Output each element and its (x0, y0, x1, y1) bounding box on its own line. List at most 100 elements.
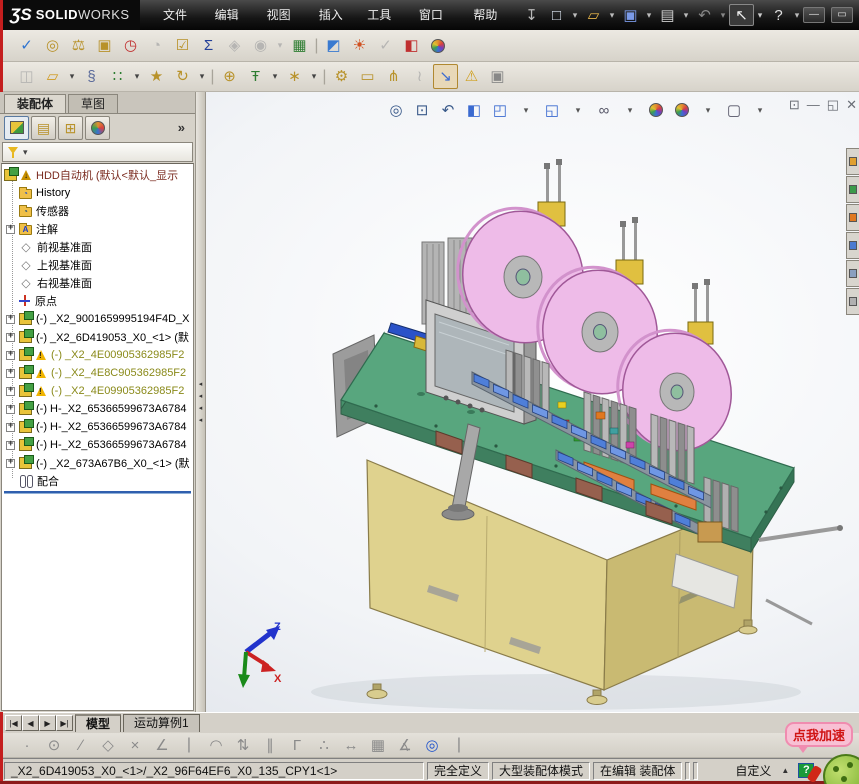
hide-show-items-icon[interactable]: ∞ (592, 98, 616, 122)
features-dropdown-arrow[interactable]: ▾ (269, 64, 281, 89)
prev-tab-button[interactable]: ◀ (22, 715, 39, 731)
separator[interactable]: | (321, 64, 328, 89)
tree-item-history[interactable]: ◔ History (2, 184, 193, 202)
tree-item-component[interactable]: (-) H-_X2_65366599673A6784 (2, 436, 193, 454)
spline-points-icon[interactable]: ∴ (311, 734, 337, 756)
section-properties-icon[interactable]: ▣ (92, 33, 117, 58)
display-dropdown-arrow[interactable]: ▾ (566, 98, 590, 122)
filter-dropdown-arrow[interactable]: ▾ (23, 147, 28, 158)
print-dropdown-arrow[interactable]: ▾ (680, 4, 692, 26)
expand-icon[interactable] (6, 224, 15, 234)
smart-fasteners-icon[interactable]: ★ (144, 64, 169, 89)
zoom-to-fit-icon[interactable]: ◎ (384, 98, 408, 122)
doc-close-button[interactable]: ✕ (846, 98, 857, 111)
tree-item-component[interactable]: (-) _X2_6D419053_X0_<1> (默 (2, 328, 193, 346)
tree-item-component-warning[interactable]: ! (-) _X2_4E00905362985F2 (2, 346, 193, 364)
undo-dropdown-arrow[interactable]: ▾ (717, 4, 729, 26)
tree-item-component[interactable]: (-) _X2_9001659995194F4D_X (2, 310, 193, 328)
expand-icon[interactable] (6, 404, 15, 414)
assembly-xpert-icon[interactable]: ⚠ (459, 64, 484, 89)
tree-item-component-warning[interactable]: ! (-) _X2_4E8C905362985F2 (2, 364, 193, 382)
view-settings-icon[interactable]: ▢ (722, 98, 746, 122)
refgeo-dropdown-arrow[interactable]: ▾ (308, 64, 320, 89)
status-custom-dropdown[interactable]: 自定义 ▲ (729, 762, 795, 780)
mass-properties-icon[interactable]: ⚖ (66, 33, 91, 58)
corner-rectangle-icon[interactable]: Γ (284, 734, 310, 756)
motion-study-icon[interactable]: ⚙ (329, 64, 354, 89)
first-tab-button[interactable]: |◀ (5, 715, 22, 731)
expand-icon[interactable] (6, 350, 15, 360)
sketch-trim-icon[interactable]: × (122, 734, 148, 756)
design-table-icon[interactable]: ▦ (287, 33, 312, 58)
menu-item[interactable]: 窗口(W) (408, 0, 463, 52)
menu-item[interactable]: 插入(I) (308, 0, 357, 52)
sketch-polygon-icon[interactable]: ◇ (95, 734, 121, 756)
status-help-icon[interactable]: ? (798, 763, 815, 778)
angle-dimension-icon[interactable]: ∡ (392, 734, 418, 756)
orientation-dropdown-arrow[interactable]: ▾ (514, 98, 538, 122)
sketch-circle-icon[interactable]: ⊙ (41, 734, 67, 756)
render-lights-icon[interactable]: ☀ (347, 33, 372, 58)
measure-icon[interactable]: ◎ (40, 33, 65, 58)
new-window-icon[interactable]: ▭ (355, 64, 380, 89)
insert-component-icon[interactable]: ◫ (14, 64, 39, 89)
open-icon[interactable]: ▱ (581, 4, 606, 26)
save-icon[interactable]: ▣ (618, 4, 643, 26)
next-tab-button[interactable]: ▶ (39, 715, 56, 731)
expand-icon[interactable] (6, 440, 15, 450)
tab-assembly[interactable]: 装配体 (4, 94, 67, 113)
smart-dimension-icon[interactable]: ↔ (338, 734, 364, 756)
edit-appearance-icon[interactable] (644, 98, 668, 122)
open-component-dropdown-arrow[interactable]: ▾ (66, 64, 78, 89)
appearance-wheel-icon[interactable] (425, 33, 450, 58)
apply-scene-icon[interactable] (670, 98, 694, 122)
expand-icon[interactable] (6, 332, 15, 342)
measure-tape-icon[interactable]: ◎ (419, 734, 445, 756)
grid-icon[interactable]: ▦ (365, 734, 391, 756)
exploded-view-icon[interactable]: ⋔ (381, 64, 406, 89)
assembly-3d-model[interactable] (206, 92, 858, 712)
pin-icon[interactable]: ↧ (519, 4, 544, 26)
view-palette-tab[interactable] (846, 232, 859, 259)
panel-splitter[interactable]: ◂ ◂ ◂ ◂ (196, 92, 206, 712)
tree-item-origin[interactable]: 原点 (2, 292, 193, 310)
open-component-icon[interactable]: ▱ (40, 64, 65, 89)
tree-item-component[interactable]: (-) H-_X2_65366599673A6784 (2, 400, 193, 418)
help-icon[interactable]: ? (766, 4, 791, 26)
tree-item-front-plane[interactable]: 前视基准面 (2, 238, 193, 256)
expand-icon[interactable] (6, 422, 15, 432)
settings-dropdown-arrow[interactable]: ▾ (748, 98, 772, 122)
menu-item[interactable]: 帮助(H) (462, 0, 515, 52)
tree-item-component[interactable]: (-) _X2_673A67B6_X0_<1> (默 (2, 454, 193, 472)
print-icon[interactable]: ▤ (655, 4, 680, 26)
design-library-tab[interactable] (846, 176, 859, 203)
new-document-icon[interactable]: □ (544, 4, 569, 26)
explode-line-icon[interactable]: ≀ (407, 64, 432, 89)
doc-minimize-button[interactable]: — (807, 98, 820, 111)
expand-icon[interactable] (6, 458, 15, 468)
tree-item-root-assembly[interactable]: ↓ HDD自动机 (默认<默认_显示 (2, 166, 193, 184)
rotate-dropdown-arrow[interactable]: ▾ (196, 64, 208, 89)
tree-item-component[interactable]: (-) H-_X2_65366599673A6784 (2, 418, 193, 436)
preview-render-icon[interactable]: ◩ (321, 33, 346, 58)
configurationmanager-tab-icon[interactable]: ⊞ (58, 115, 83, 140)
custom-properties-tab[interactable] (846, 288, 859, 315)
large-assembly-mode-icon[interactable]: ↘ (433, 64, 458, 89)
move-component-icon[interactable]: ⊕ (217, 64, 242, 89)
select-dropdown-arrow[interactable]: ▾ (754, 4, 766, 26)
check-document-icon[interactable]: ☑ (170, 33, 195, 58)
tree-item-sensors[interactable]: ◔ 传感器 (2, 202, 193, 220)
rollback-bar[interactable] (4, 491, 191, 494)
tab-motion-study[interactable]: 运动算例1 (123, 714, 200, 732)
menu-item[interactable]: 视图(V) (256, 0, 308, 52)
select-cursor-icon[interactable]: ↖ (729, 4, 754, 26)
sketch-line-icon[interactable]: ∕ (68, 734, 94, 756)
final-render-icon[interactable]: ✓ (373, 33, 398, 58)
spell-check-icon[interactable]: ✓ (14, 33, 39, 58)
performance-evaluation-icon[interactable]: ◷ (118, 33, 143, 58)
sketch-point-icon[interactable]: · (14, 734, 40, 756)
curvature-dropdown-arrow[interactable]: ▾ (274, 33, 286, 58)
separator[interactable]: | (176, 734, 202, 756)
menu-item[interactable]: 文件(F) (152, 0, 204, 52)
rotate-component-icon[interactable]: ↻ (170, 64, 195, 89)
